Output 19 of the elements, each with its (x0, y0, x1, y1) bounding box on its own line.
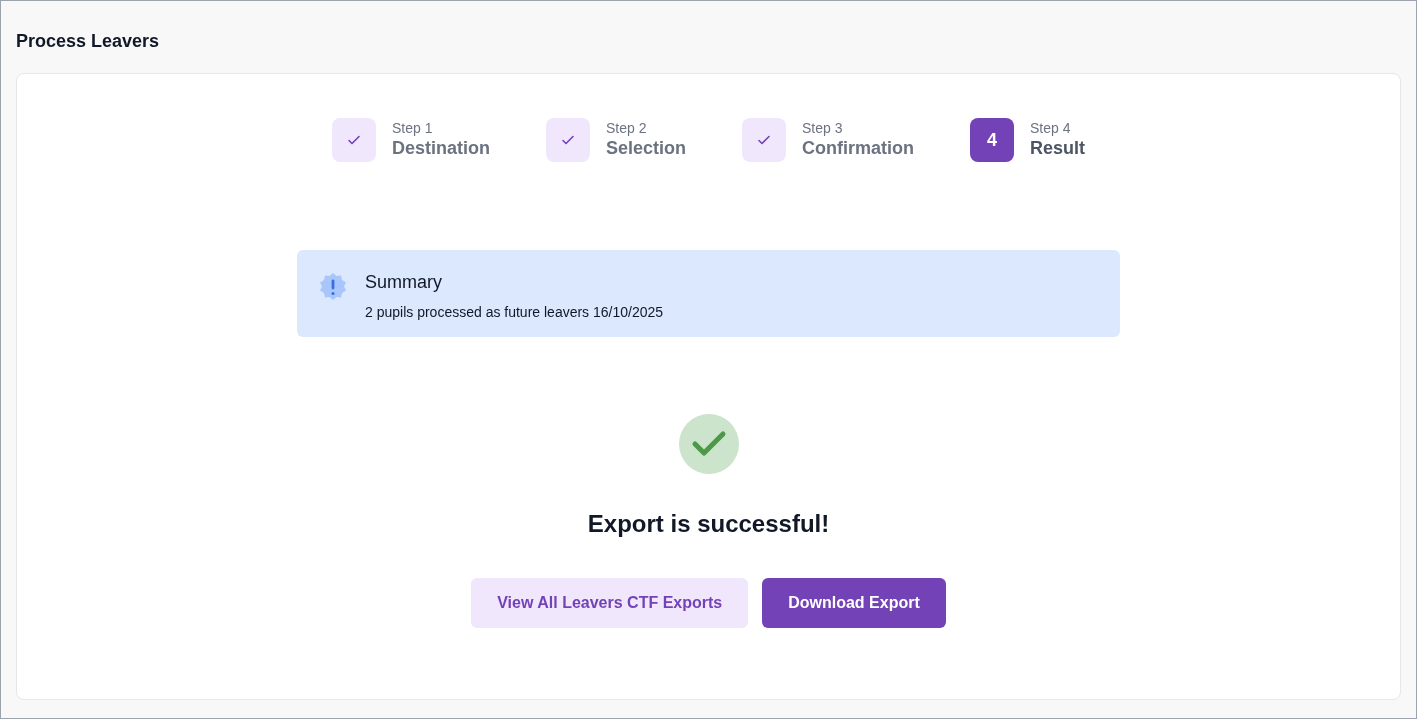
alert-icon (317, 271, 349, 303)
result-message: Export is successful! (587, 509, 830, 539)
step-name: Confirmation (802, 137, 914, 160)
window-title: Process Leavers (16, 30, 161, 53)
summary-title: Summary (365, 271, 443, 294)
step-label: Step 2 (606, 120, 648, 136)
step-label: Step 4 (1030, 120, 1072, 136)
step-label: Step 1 (391, 120, 434, 136)
check-icon (757, 133, 771, 147)
step-name: Selection (606, 137, 686, 160)
summary-text: 2 pupils processed as future leavers 16/10/2025 (365, 303, 664, 322)
check-icon (561, 133, 575, 147)
check-icon (346, 133, 361, 147)
step-name: Destination (391, 137, 490, 160)
download-button[interactable]: Download Export (762, 578, 946, 628)
step-label: Step 3 (802, 120, 844, 136)
step-name: Result (1030, 137, 1086, 160)
step-number-badge: 4 (970, 118, 1014, 162)
view-exports-button[interactable]: View All Leavers CTF Exports (471, 578, 749, 628)
